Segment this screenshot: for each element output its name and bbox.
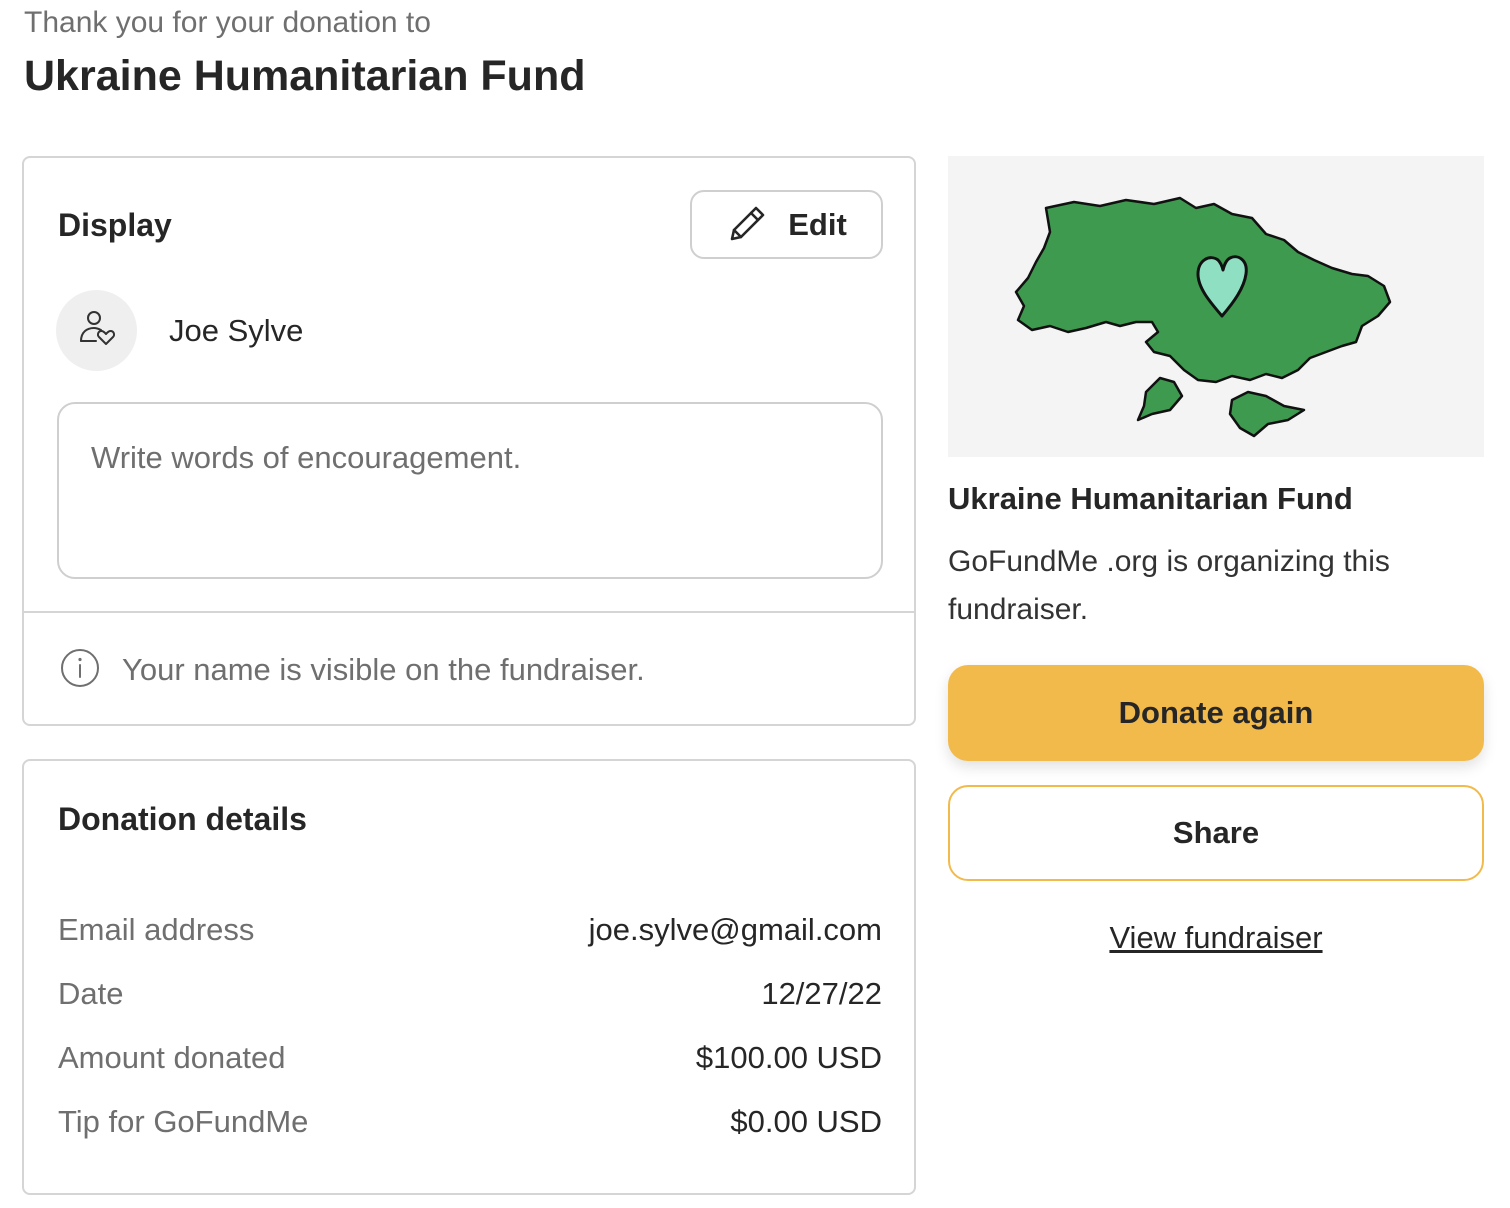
detail-row-email: Email address joe.sylve@gmail.com (58, 912, 882, 948)
person-heart-icon (76, 307, 118, 354)
avatar (56, 290, 137, 371)
detail-label: Date (58, 976, 124, 1011)
campaign-image (948, 156, 1484, 457)
view-fundraiser-link[interactable]: View fundraiser (948, 920, 1484, 956)
donate-again-button[interactable]: Donate again (948, 665, 1484, 761)
detail-value: 12/27/22 (761, 976, 882, 1011)
organizer-text: GoFundMe .org is organizing this fundrai… (948, 545, 1390, 626)
pencil-icon (726, 201, 770, 248)
info-icon (60, 648, 100, 693)
donation-details-card: Donation details Email address joe.sylve… (22, 759, 916, 1195)
detail-row-date: Date 12/27/22 (58, 976, 882, 1012)
divider (24, 611, 914, 613)
detail-label: Tip for GoFundMe (58, 1104, 309, 1139)
detail-value: joe.sylve@gmail.com (588, 912, 882, 947)
detail-value: $100.00 USD (695, 1040, 882, 1075)
edit-button-label: Edit (788, 206, 847, 242)
share-button[interactable]: Share (948, 785, 1484, 881)
page-subtitle: Thank you for your donation to (24, 6, 431, 39)
donation-details-title: Donation details (58, 801, 307, 837)
campaign-name: Ukraine Humanitarian Fund (948, 481, 1353, 516)
detail-row-amount: Amount donated $100.00 USD (58, 1040, 882, 1076)
display-section-title: Display (58, 207, 172, 243)
edit-button[interactable]: Edit (690, 190, 883, 259)
ukraine-map-illustration (1014, 196, 1392, 438)
detail-label: Amount donated (58, 1040, 286, 1075)
visibility-note: Your name is visible on the fundraiser. (122, 652, 645, 687)
donor-name: Joe Sylve (169, 313, 304, 348)
encouragement-input[interactable] (57, 402, 883, 579)
detail-row-tip: Tip for GoFundMe $0.00 USD (58, 1104, 882, 1140)
detail-label: Email address (58, 912, 255, 947)
display-card: Display Edit Joe Sylve Write words of en… (22, 156, 916, 726)
page-title: Ukraine Humanitarian Fund (24, 52, 586, 100)
detail-value: $0.00 USD (730, 1104, 882, 1139)
